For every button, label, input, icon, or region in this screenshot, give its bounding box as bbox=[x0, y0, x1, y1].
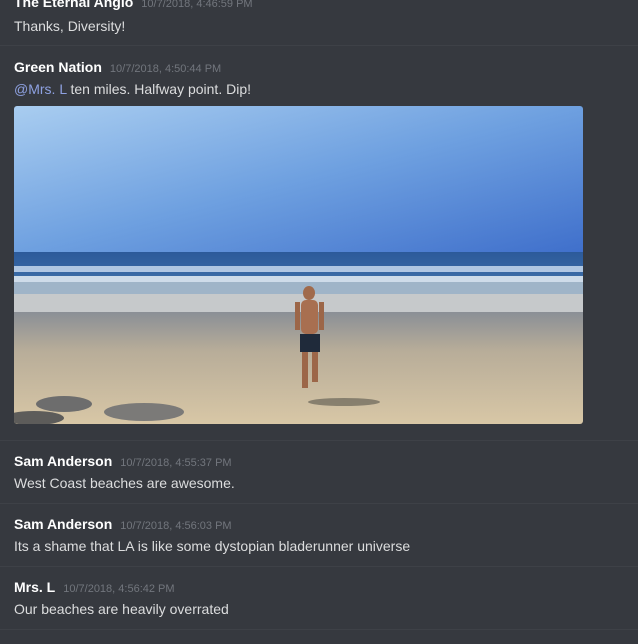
message-text: @Mrs. L ten miles. Halfway point. Dip! bbox=[14, 81, 251, 97]
message-text: Our beaches are heavily overrated bbox=[14, 601, 229, 617]
message-header: Mrs. L 10/7/2018, 4:56:42 PM bbox=[14, 579, 175, 597]
message-text: Its a shame that LA is like some dystopi… bbox=[14, 538, 411, 554]
user-mention[interactable]: @Mrs. L bbox=[14, 81, 67, 97]
message-header: Sam Anderson 10/7/2018, 4:56:03 PM bbox=[14, 516, 232, 534]
message-text: West Coast beaches are awesome. bbox=[14, 475, 235, 491]
beach-photo-image bbox=[14, 106, 583, 424]
message-author[interactable]: The Eternal Anglo bbox=[14, 0, 133, 10]
message-author[interactable]: Sam Anderson bbox=[14, 453, 112, 469]
message-divider bbox=[0, 503, 638, 504]
message-author[interactable]: Green Nation bbox=[14, 59, 102, 75]
message-header: Green Nation 10/7/2018, 4:50:44 PM bbox=[14, 59, 221, 77]
message-body: ten miles. Halfway point. Dip! bbox=[66, 81, 251, 97]
message-author[interactable]: Mrs. L bbox=[14, 579, 55, 595]
message-divider bbox=[0, 566, 638, 567]
attached-beach-photo[interactable] bbox=[14, 106, 583, 424]
message-timestamp: 10/7/2018, 4:50:44 PM bbox=[109, 63, 222, 75]
message-text: Thanks, Diversity! bbox=[14, 18, 126, 34]
message-timestamp: 10/7/2018, 4:55:37 PM bbox=[120, 457, 232, 469]
message-timestamp: 10/7/2018, 4:56:03 PM bbox=[120, 520, 232, 532]
message-divider bbox=[0, 45, 638, 46]
chat-message-list: The Eternal Anglo 10/7/2018, 4:46:59 PM T… bbox=[0, 0, 638, 644]
message-author[interactable]: Sam Anderson bbox=[14, 516, 112, 532]
message-divider bbox=[0, 440, 638, 441]
message-divider bbox=[0, 629, 638, 630]
message-timestamp: 10/7/2018, 4:56:42 PM bbox=[63, 583, 175, 595]
message-header: Sam Anderson 10/7/2018, 4:55:37 PM bbox=[14, 453, 232, 471]
message-header: The Eternal Anglo 10/7/2018, 4:46:59 PM bbox=[14, 0, 253, 12]
message-timestamp: 10/7/2018, 4:46:59 PM bbox=[141, 0, 253, 10]
